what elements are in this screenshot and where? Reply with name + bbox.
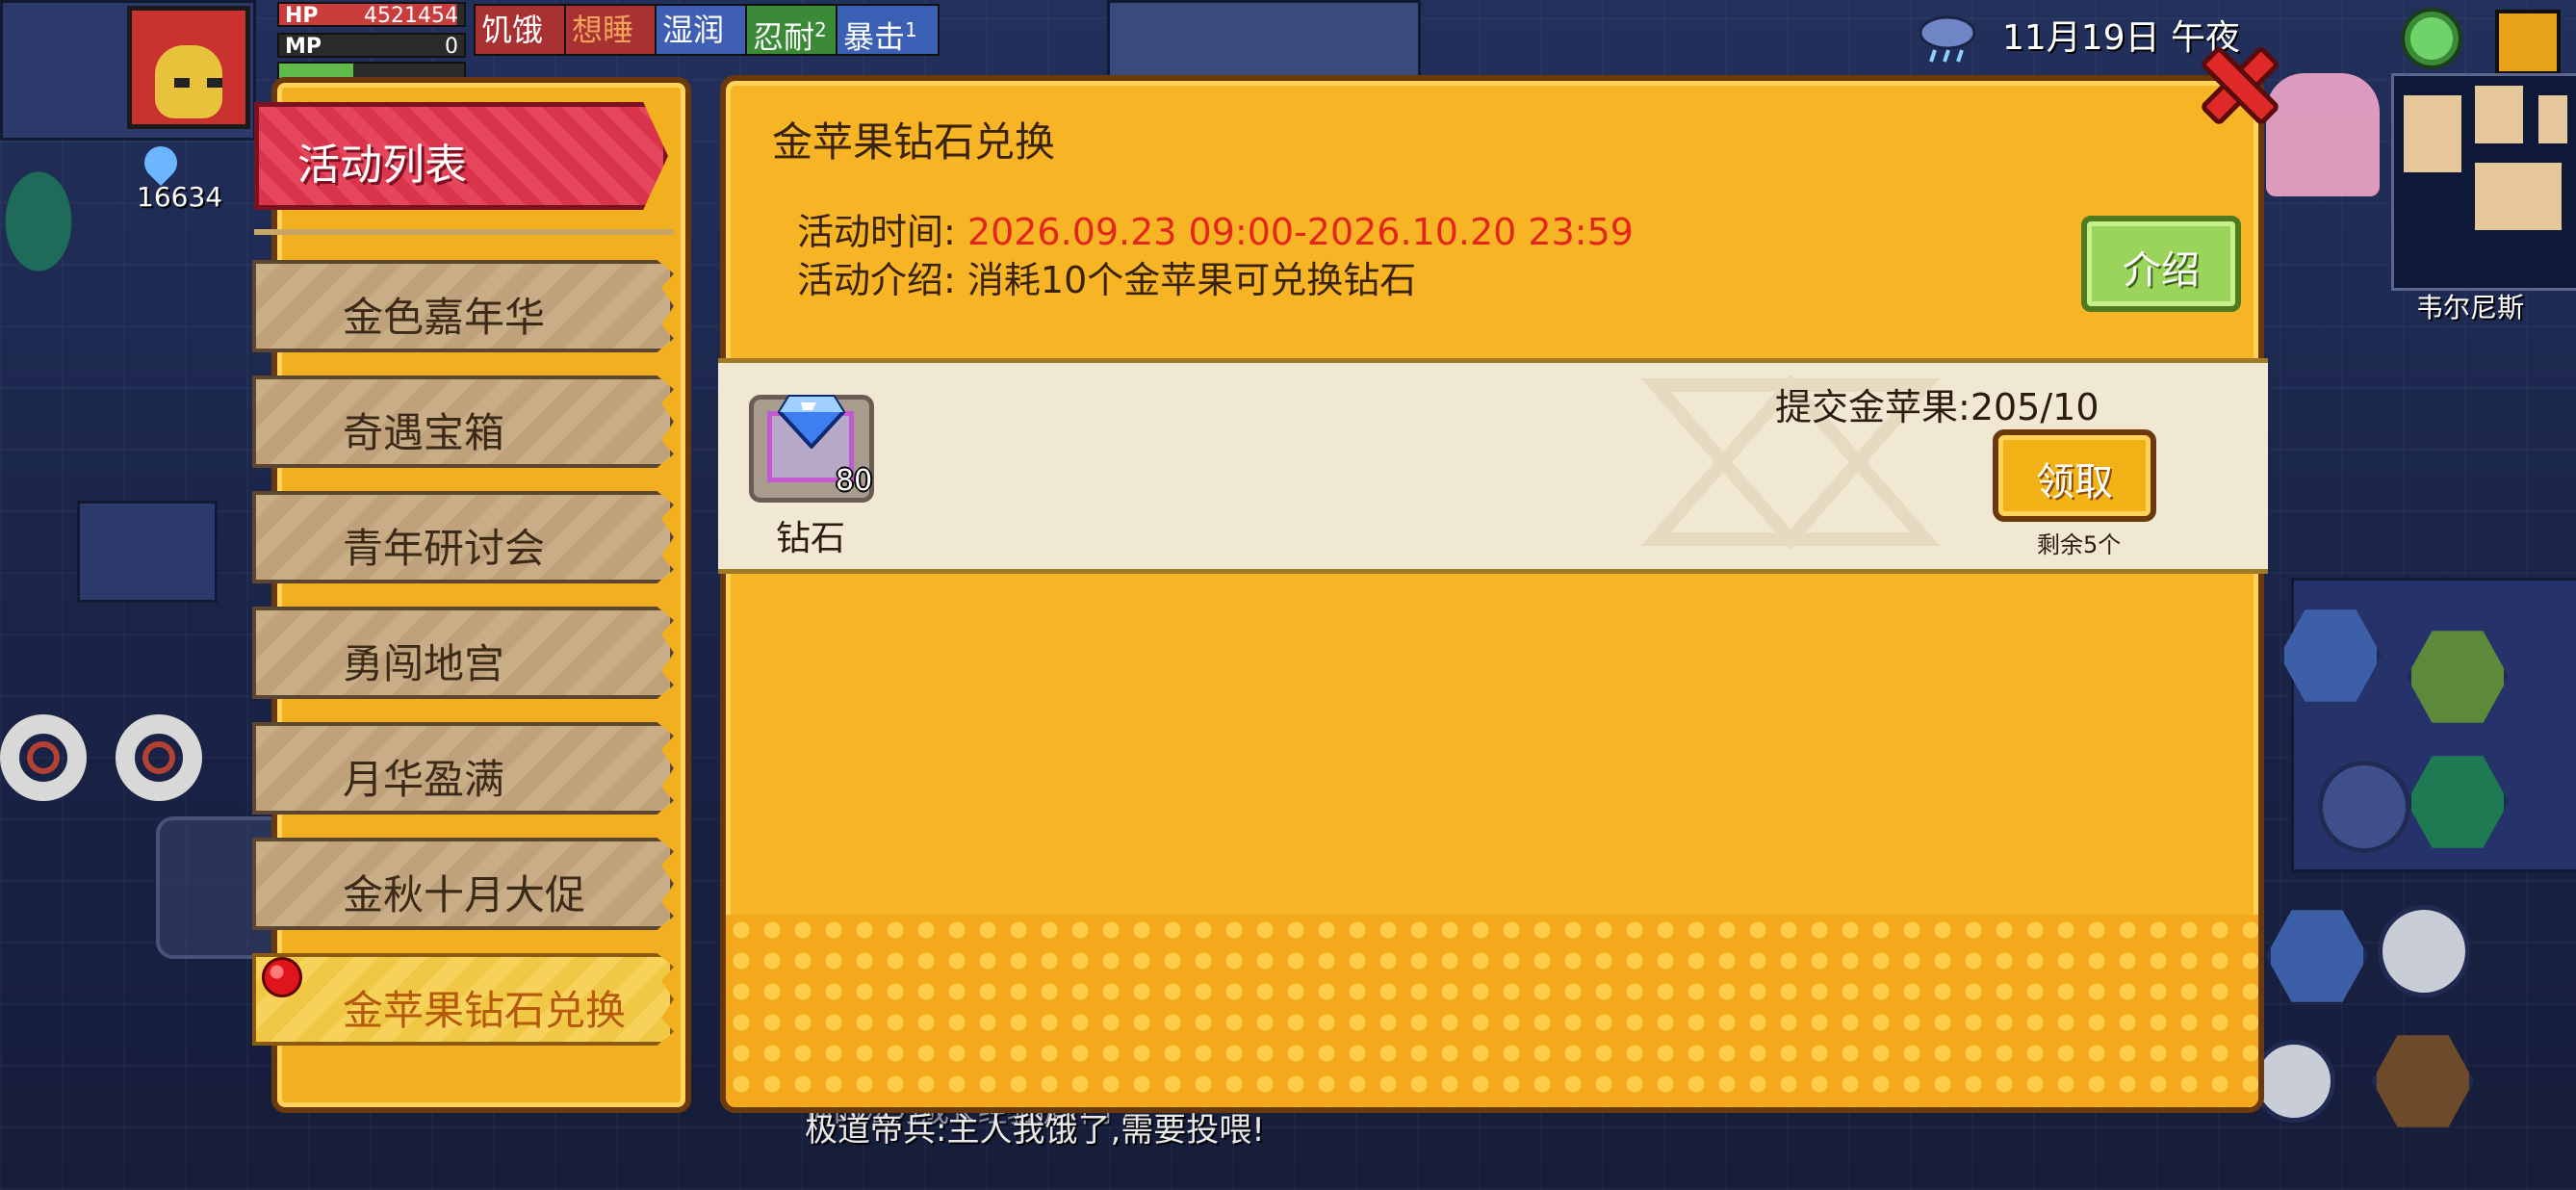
sidebar-item-label: 金色嘉年华 [343, 294, 546, 341]
sidebar-item-label: 月华盈满 [343, 756, 505, 803]
sidebar-item[interactable]: 金色嘉年华 [252, 260, 674, 352]
close-icon[interactable] [2197, 42, 2283, 129]
avatar-eye [207, 78, 222, 88]
status-effect-stack: 1 [905, 18, 917, 41]
settings-wheel-icon[interactable] [2318, 761, 2410, 853]
arrow-icon[interactable] [2253, 1040, 2335, 1123]
player-avatar[interactable] [127, 6, 250, 129]
diamond-icon [778, 395, 845, 449]
sidebar-item[interactable]: 金秋十月大促 [252, 838, 674, 930]
desc-value: 消耗10个金苹果可兑换钻石 [966, 259, 1417, 301]
item-name: 钻石 [776, 519, 846, 558]
minimap-room [2475, 163, 2562, 230]
mp-value: 0 [445, 35, 458, 59]
activity-time: 活动时间: 2026.09.23 09:00-2026.10.20 23:59 [797, 202, 1634, 255]
claim-button-label: 领取 [2036, 460, 2113, 504]
minimap-room [2404, 95, 2461, 172]
sidebar-item[interactable]: 勇闯地宫 [252, 607, 674, 699]
lifebuoy-decor [116, 714, 202, 801]
sidebar-item[interactable]: 金苹果钻石兑换 [252, 953, 674, 1046]
status-effect-badge[interactable]: 想睡 [564, 4, 662, 56]
hp-value: 4521454 [364, 4, 458, 28]
sidebar-item[interactable]: 青年研讨会 [252, 491, 674, 583]
status-effect-label: 想睡 [572, 12, 634, 48]
time-label: 活动时间: [797, 211, 956, 253]
status-effect-badge[interactable]: 饥饿 [474, 4, 572, 56]
status-effect-badge[interactable]: 忍耐2 [745, 4, 843, 56]
status-effect-badge[interactable]: 湿润 [655, 4, 753, 56]
intro-button[interactable]: 介绍 [2081, 216, 2241, 312]
status-effect-label: 忍耐 [753, 18, 815, 56]
claim-button[interactable]: 领取 [1993, 429, 2156, 522]
mp-bar: MP 0 [277, 33, 466, 59]
sidebar-item[interactable]: 奇遇宝箱 [252, 375, 674, 468]
location-name: 韦尔尼斯 [2416, 292, 2525, 323]
minimap-room [2538, 95, 2567, 143]
hp-label: HP [285, 4, 319, 28]
activity-list-header: 活动列表 [254, 102, 668, 210]
submit-value: 205/10 [1970, 386, 2099, 428]
sidebar-item-label: 勇闯地宫 [343, 640, 505, 687]
hp-bar: HP 4521454 [277, 2, 466, 28]
activity-list-title: 活动列表 [297, 141, 467, 190]
globe-icon[interactable] [2401, 8, 2462, 69]
rain-cloud-icon [1919, 15, 1976, 63]
mp-label: MP [285, 35, 322, 59]
sidebar-item[interactable]: 月华盈满 [252, 722, 674, 815]
sidebar-item-label: 金秋十月大促 [343, 871, 586, 918]
status-effect-label: 饥饿 [481, 12, 544, 48]
desc-label: 活动介绍: [797, 259, 956, 301]
item-count: 80 [836, 464, 873, 498]
remaining-count: 剩余5个 [2037, 531, 2122, 558]
sidebar-item-label: 奇遇宝箱 [343, 409, 505, 456]
bg-building [1107, 0, 1421, 79]
status-effect-label: 暴击 [843, 18, 906, 56]
status-effect-badge[interactable]: 暴击1 [836, 4, 940, 56]
intro-button-label: 介绍 [2123, 248, 2200, 293]
notification-dot-icon [262, 957, 302, 997]
submit-label: 提交金苹果: [1775, 386, 1971, 428]
bg-crate [77, 501, 218, 603]
hourglass-icon[interactable] [2378, 905, 2470, 997]
minimap-room [2475, 86, 2523, 143]
exit-icon[interactable] [2495, 10, 2561, 75]
status-effect-label: 湿润 [662, 12, 725, 48]
sidebar-item-label: 青年研讨会 [343, 525, 546, 572]
panel-pattern [726, 915, 2258, 1107]
activity-desc: 活动介绍: 消耗10个金苹果可兑换钻石 [797, 250, 1416, 303]
submit-progress: 提交金苹果:205/10 [1775, 377, 2099, 430]
minimap[interactable] [2391, 73, 2576, 291]
avatar-eye [174, 78, 190, 88]
lifebuoy-decor [0, 714, 87, 801]
sidebar-item-label: 金苹果钻石兑换 [343, 987, 627, 1034]
sidebar-divider [254, 229, 674, 235]
status-effect-stack: 2 [814, 18, 827, 41]
bg-plant [0, 135, 96, 279]
time-value: 2026.09.23 09:00-2026.10.20 23:59 [966, 211, 1634, 253]
panel-title: 金苹果钻石兑换 [772, 118, 1056, 166]
water-count: 16634 [137, 181, 223, 213]
